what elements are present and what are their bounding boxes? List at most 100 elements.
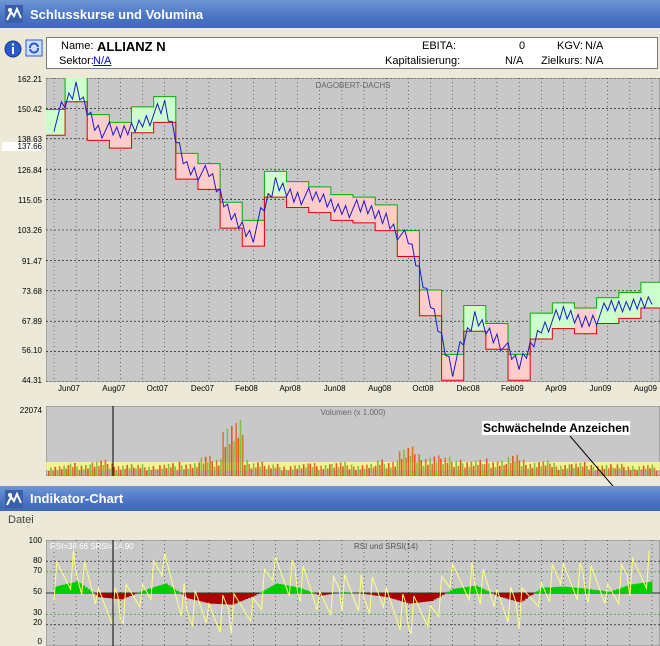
volume-bar [146, 470, 148, 476]
rsi-negative-area [209, 593, 213, 604]
price-chart[interactable]: DAGOBERT-DACHS [46, 78, 660, 382]
volume-bar [48, 470, 50, 476]
volume-watermark: Volumen (x 1.000) [321, 408, 386, 417]
price-volume-titlebar[interactable]: Schlusskurse und Volumina [0, 0, 660, 28]
volume-bar [320, 465, 322, 476]
volume-bar [257, 462, 259, 476]
rsi-negative-area [245, 593, 249, 599]
volume-bar [337, 467, 340, 476]
volume-bar [261, 461, 264, 476]
volume-bar [87, 468, 89, 476]
price-band-fill [530, 313, 553, 339]
volume-bar [69, 463, 72, 476]
rsi-negative-area [325, 593, 329, 595]
volume-bar [342, 466, 344, 476]
volume-bar [433, 456, 436, 476]
rsi-positive-area [466, 586, 470, 593]
price-xtick: Feb08 [235, 384, 258, 393]
volume-bar [156, 469, 159, 476]
rsi-positive-area [292, 586, 296, 593]
price-ytick: 73.68 [21, 287, 42, 296]
volume-bar [274, 467, 277, 476]
price-band-fill [131, 106, 154, 133]
refresh-icon[interactable] [25, 39, 43, 57]
volume-bar [276, 463, 279, 476]
rsi-negative-area [322, 593, 326, 596]
volume-bar [353, 466, 355, 476]
price-band-fill [175, 153, 198, 180]
rsi-positive-area [607, 591, 611, 593]
price-band-fill [640, 282, 660, 309]
rsi-negative-area [441, 593, 445, 595]
volume-bar [400, 459, 403, 476]
ebita-value: 0 [519, 40, 526, 52]
volume-bar [115, 470, 118, 476]
volume-bar [416, 462, 418, 476]
indicator-titlebar[interactable]: Indikator-Chart [0, 486, 660, 511]
info-icon[interactable] [4, 40, 22, 58]
price-ytick: 126.84 [17, 166, 42, 175]
volume-bar [339, 462, 342, 476]
rsi-positive-area [275, 583, 279, 593]
kgv-label: KGV: [557, 40, 583, 52]
ebita-label: EBITA: [422, 40, 457, 52]
volume-bar [170, 467, 172, 476]
rsi-negative-area [103, 593, 107, 598]
volume-bar [246, 459, 248, 476]
volume-bar [318, 469, 320, 476]
volume-bar [298, 464, 301, 476]
volume-bar [305, 467, 307, 476]
rsi-negative-area [106, 593, 110, 598]
price-ytick: 44.31 [21, 376, 42, 385]
rsi-negative-area [217, 593, 221, 604]
volume-bar [200, 457, 203, 476]
price-band-fill [46, 109, 66, 136]
volume-bar [359, 469, 362, 476]
rsi-positive-area [269, 586, 274, 593]
rsi-negative-area [394, 593, 398, 600]
volume-bar [448, 456, 451, 476]
volume-bar [363, 468, 366, 476]
volume-bar [468, 466, 471, 476]
rsi-negative-area [419, 593, 423, 603]
price-band-fill [574, 308, 597, 334]
sektor-link[interactable]: N/A [93, 55, 111, 67]
rsi-positive-area [563, 586, 567, 593]
rsi-negative-area [314, 593, 318, 594]
volume-bar [366, 464, 368, 476]
rsi-positive-area [546, 587, 550, 593]
rsi-negative-area [516, 593, 520, 602]
indicator-ytick: 50 [33, 587, 42, 596]
volume-bar [435, 462, 438, 476]
rsi-negative-area [502, 593, 506, 598]
volume-bar [531, 467, 534, 476]
price-band-fill [87, 114, 110, 141]
rsi-positive-area [649, 581, 653, 593]
volume-bar [350, 464, 353, 476]
volume-bar [213, 466, 216, 476]
volume-bar [459, 459, 462, 476]
volume-bar [383, 463, 386, 476]
volume-bar [95, 461, 98, 476]
volume-bar [542, 461, 545, 476]
volume-bar [100, 460, 102, 476]
volume-bar [370, 463, 372, 476]
volume-bar [285, 469, 288, 476]
rsi-positive-area [635, 583, 639, 593]
rsi-positive-area [483, 589, 487, 593]
volume-bar [202, 463, 205, 476]
indicator-chart[interactable]: RSI=38.66 SRSI=14.90 RSI und SRSI(14) [46, 540, 660, 646]
volume-bar [122, 465, 124, 476]
rsi-positive-area [560, 586, 564, 593]
volume-bar [244, 465, 246, 476]
volume-bar [270, 468, 272, 476]
rsi-positive-area [632, 584, 636, 593]
rsi-positive-area [167, 585, 171, 593]
menu-datei[interactable]: Datei [8, 514, 34, 526]
volume-bar [224, 447, 227, 476]
volume-bar [490, 467, 492, 476]
volume-bar [180, 465, 183, 476]
volume-bar [233, 441, 235, 476]
rsi-positive-area [616, 589, 620, 593]
price-ytick: 103.26 [17, 226, 42, 235]
